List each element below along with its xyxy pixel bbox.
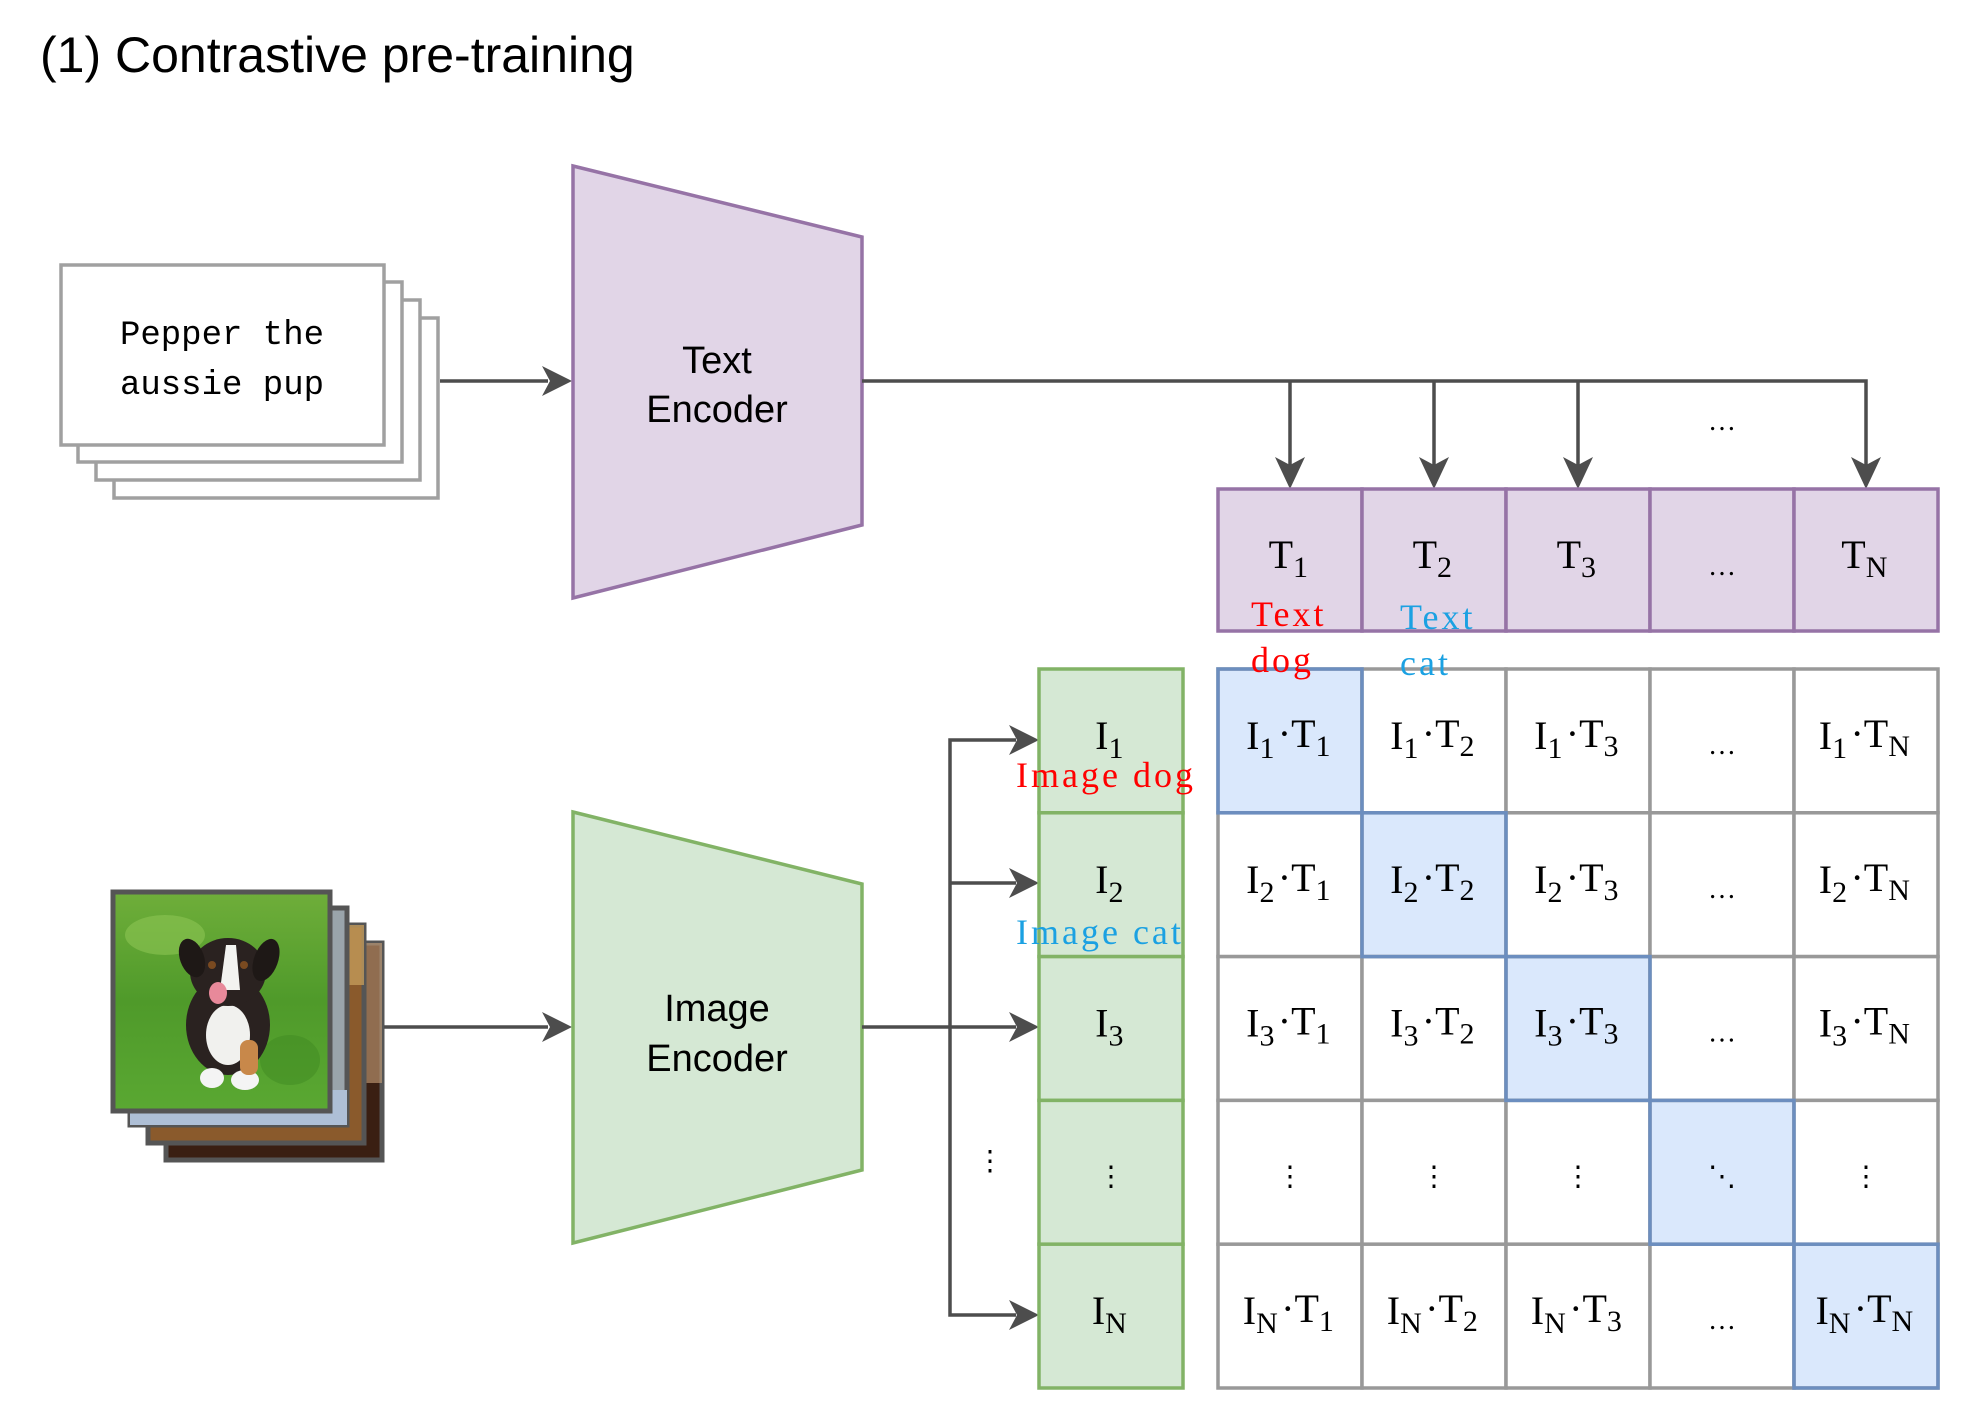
annotation-text-dog-line2: dog	[1251, 640, 1314, 680]
caption-line-2: aussie pup	[120, 367, 324, 405]
arrow-image-to-encoder	[384, 1012, 572, 1042]
matrix-cell-label: …	[1708, 874, 1736, 905]
image-embedding-label: ⋮	[1097, 1161, 1125, 1192]
matrix-cell-label: ⋮	[1564, 1161, 1592, 1192]
text-embedding-label: …	[1708, 551, 1736, 582]
matrix-cell-label: …	[1708, 730, 1736, 761]
matrix-cell-label: …	[1708, 1018, 1736, 1049]
text-arrows-ellipsis: …	[1708, 406, 1736, 437]
annotation-image-cat: Image cat	[1016, 912, 1184, 952]
caption-line-1: Pepper the	[120, 317, 324, 355]
matrix-cell-label: ⋱	[1708, 1161, 1736, 1192]
arrow-text-to-encoder	[440, 366, 572, 396]
matrix-cell-label: …	[1708, 1305, 1736, 1336]
annotation-text-dog-line1: Text	[1251, 594, 1326, 634]
text-encoder-label-2: Encoder	[646, 389, 788, 431]
text-card-stack: Pepper the aussie pup	[59, 263, 440, 500]
annotation-image-dog: Image dog	[1016, 755, 1196, 795]
text-output-arrows: …	[862, 379, 1881, 489]
matrix-cell-label: ⋮	[1276, 1161, 1304, 1192]
matrix-cell-label: ⋮	[1420, 1161, 1448, 1192]
image-arrows-ellipsis: ⋮	[976, 1146, 1004, 1177]
clip-diagram: (1) Contrastive pre-training Pepper the …	[40, 27, 1940, 1390]
annotation-text-cat-line1: Text	[1400, 597, 1475, 637]
image-encoder: Image Encoder	[571, 809, 864, 1246]
image-encoder-label-1: Image	[664, 988, 770, 1030]
text-encoder: Text Encoder	[571, 163, 864, 601]
text-card-front	[59, 263, 386, 447]
diagram-title: (1) Contrastive pre-training	[40, 27, 635, 83]
similarity-matrix: I1 ·T1 I1 ·T2 I1 ·T3 … I1 ·TN I2 ·T1 I2 ·…	[1216, 667, 1940, 1390]
image-stack	[110, 889, 385, 1163]
annotation-text-cat-line2: cat	[1400, 643, 1451, 683]
image-encoder-label-2: Encoder	[646, 1038, 788, 1080]
text-encoder-label-1: Text	[682, 340, 752, 382]
image-output-arrows: ⋮	[862, 725, 1039, 1330]
matrix-cell-label: ⋮	[1852, 1161, 1880, 1192]
puppy-photo	[110, 889, 333, 1114]
